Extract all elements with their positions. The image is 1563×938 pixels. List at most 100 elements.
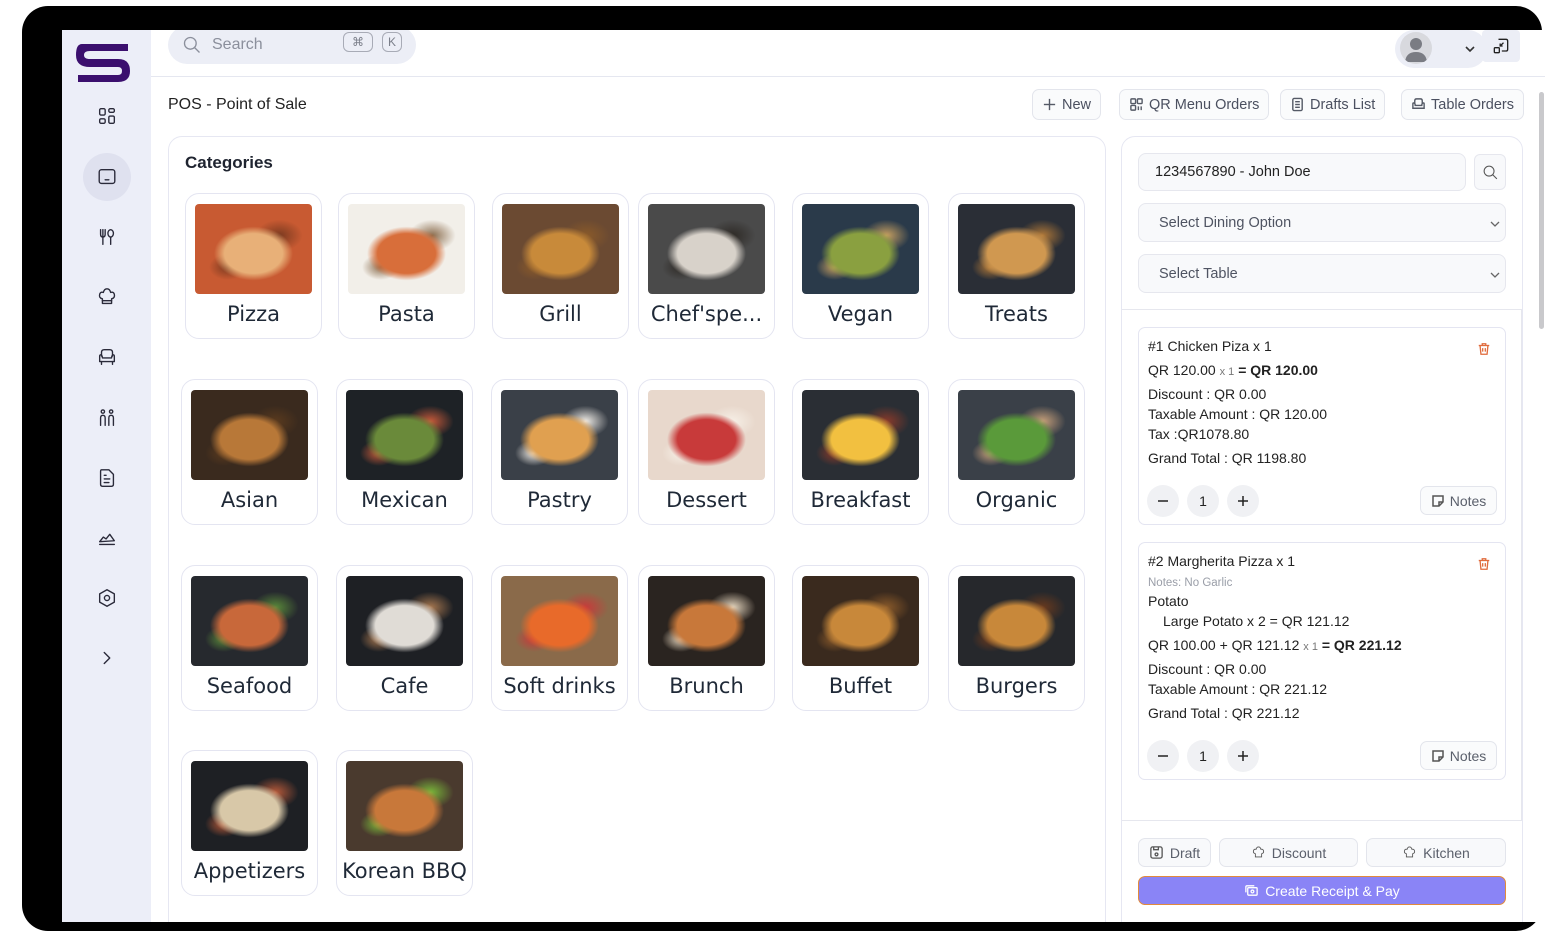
category-card[interactable]: Buffet [792,565,929,711]
category-card[interactable]: Soft drinks [491,565,628,711]
sidebar-item-reports[interactable] [83,454,131,502]
grid-icon [98,107,116,125]
sidebar-item-tables[interactable] [83,333,131,381]
multiplier: x 1 [1303,641,1318,653]
minus-icon [1158,500,1168,502]
sidebar-item-menu[interactable] [83,213,131,261]
search-input[interactable]: Search ⌘ K [168,30,416,64]
sidebar-item-dashboard[interactable] [83,92,131,140]
sidebar-item-settings[interactable] [83,574,131,622]
brand-logo[interactable] [76,40,132,86]
draft-label: Draft [1169,844,1201,861]
category-card[interactable]: Treats [948,193,1085,339]
cash-icon [1245,885,1258,896]
category-card[interactable]: Organic [948,379,1085,525]
category-label: Dessert [666,488,747,512]
cart-item-title: #1 Chicken Piza x 1 [1148,338,1272,354]
cart-list[interactable]: #1 Chicken Piza x 1 QR 120.00 x 1 = QR 1… [1122,309,1522,821]
minimize-window-button[interactable] [1482,30,1520,62]
category-card[interactable]: Cafe [336,565,473,711]
category-card[interactable]: Brunch [638,565,775,711]
category-card[interactable]: Korean BBQ [336,750,473,896]
category-card[interactable]: Seafood [181,565,318,711]
draft-button[interactable]: Draft [1138,838,1211,867]
customer-search-button[interactable] [1474,154,1506,190]
category-card[interactable]: Appetizers [181,750,318,896]
qty-value[interactable]: 1 [1187,740,1219,772]
customer-input[interactable]: 1234567890 - John Doe [1138,153,1466,191]
plus-icon [1043,98,1056,111]
page-title: POS - Point of Sale [168,96,307,113]
new-order-label: New [1062,96,1092,113]
increase-qty-button[interactable] [1227,740,1259,772]
qr-menu-orders-label: QR Menu Orders [1149,96,1260,113]
user-avatar-icon [1400,32,1432,64]
category-card[interactable]: Burgers [948,565,1085,711]
trash-icon[interactable] [1477,342,1491,356]
category-card[interactable]: Pizza [185,193,322,339]
decrease-qty-button[interactable] [1147,485,1179,517]
page-scrollbar[interactable] [1539,92,1544,329]
table-orders-button[interactable]: Table Orders [1401,89,1525,120]
category-card[interactable]: Chef'spe... [638,193,775,339]
clipboard-list-icon [1292,97,1303,112]
search-icon [183,36,200,53]
chef-hat-icon [1404,846,1416,858]
increase-qty-button[interactable] [1227,485,1259,517]
cart-item-discount: Discount : QR 0.00 [1148,386,1267,402]
category-image [501,390,618,480]
sidebar-item-kitchen[interactable] [83,273,131,321]
user-menu[interactable] [1395,30,1487,68]
category-image [958,576,1075,666]
category-card[interactable]: Mexican [336,379,473,525]
category-label: Vegan [827,302,894,326]
create-receipt-pay-button[interactable]: Create Receipt & Pay [1138,876,1506,905]
new-order-button[interactable]: New [1032,89,1102,120]
qty-value[interactable]: 1 [1187,485,1219,517]
decrease-qty-button[interactable] [1147,740,1179,772]
discount-button[interactable]: Discount [1219,838,1358,867]
notes-label: Notes [1449,492,1487,509]
category-card[interactable]: Breakfast [792,379,929,525]
category-label: Brunch [669,674,744,698]
save-icon [1150,846,1163,859]
pay-label: Create Receipt & Pay [1265,882,1400,899]
category-card[interactable]: Pasta [338,193,475,339]
cart-item-grand-total: Grand Total : QR 221.12 [1148,705,1300,721]
sidebar-item-pos[interactable] [83,153,131,201]
cart-item-discount: Discount : QR 0.00 [1148,661,1267,677]
category-card[interactable]: Pastry [491,379,628,525]
category-image [348,204,465,294]
line-total: = QR 120.00 [1238,362,1318,378]
category-card[interactable]: Vegan [792,193,929,339]
category-label: Korean BBQ [342,859,467,883]
category-image [802,204,919,294]
discount-label: Discount [1271,844,1327,861]
line-total: = QR 221.12 [1321,637,1402,653]
notes-button[interactable]: Notes [1420,486,1497,515]
cart-item-note: Notes: No Garlic [1148,577,1233,589]
search-placeholder: Search [212,36,263,53]
qr-menu-orders-button[interactable]: QR Menu Orders [1119,89,1270,120]
kitchen-button[interactable]: Kitchen [1366,838,1506,867]
category-image [195,204,312,294]
category-card[interactable]: Dessert [638,379,775,525]
sidebar [62,30,151,922]
table-select[interactable]: Select Table [1138,254,1506,293]
notes-button[interactable]: Notes [1420,741,1497,770]
category-card[interactable]: Asian [181,379,318,525]
sidebar-item-analytics[interactable] [83,514,131,562]
category-label: Soft drinks [503,674,616,698]
sidebar-item-staff[interactable] [83,394,131,442]
category-label: Chef'spe... [650,302,763,326]
shortcut-cmd-key: ⌘ [343,32,373,52]
trash-icon[interactable] [1477,557,1491,571]
drafts-list-button[interactable]: Drafts List [1280,89,1386,120]
category-image [958,390,1075,480]
dining-option-select[interactable]: Select Dining Option [1138,203,1506,242]
sidebar-expand-button[interactable] [83,634,131,682]
category-image [502,204,619,294]
category-image [191,576,308,666]
category-card[interactable]: Grill [492,193,629,339]
category-image [802,576,919,666]
